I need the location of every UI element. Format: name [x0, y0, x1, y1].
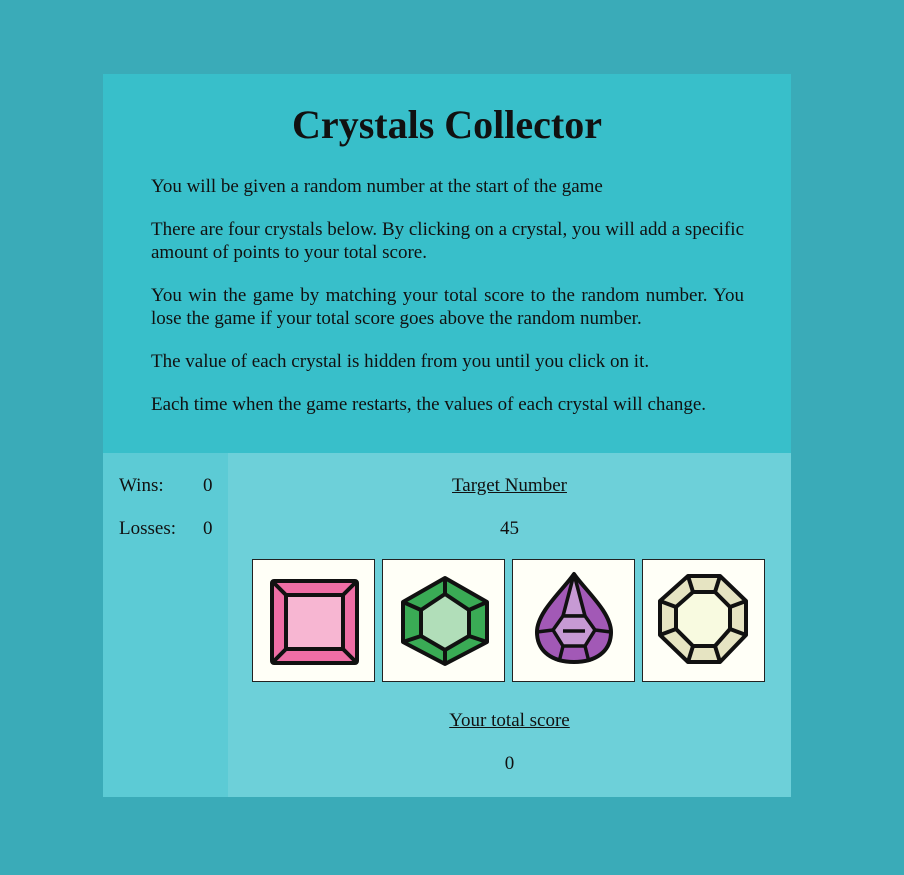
instruction-1: You will be given a random number at the…: [151, 176, 603, 197]
green-hexagon-crystal[interactable]: [382, 559, 505, 682]
stats-panel: Wins: 0 Losses: 0: [103, 453, 228, 797]
instruction-5: Each time when the game restarts, the va…: [151, 394, 706, 415]
target-number-label: Target Number: [452, 475, 567, 496]
game-panel: Target Number 45 Your total score 0: [228, 453, 791, 797]
purple-teardrop-gem-icon: [535, 572, 613, 664]
game-container: Crystals Collector You will be given a r…: [103, 74, 791, 797]
total-score-value: 0: [504, 753, 515, 774]
instructions: You will be given a random number at the…: [151, 175, 744, 436]
wins-value: 0: [203, 475, 213, 496]
cream-octagon-gem-icon: [658, 574, 748, 664]
header-section: Crystals Collector You will be given a r…: [103, 74, 791, 453]
wins-label: Wins:: [119, 475, 164, 496]
green-hexagon-gem-icon: [401, 576, 489, 666]
pink-square-gem-icon: [270, 579, 359, 665]
losses-label: Losses:: [119, 518, 176, 539]
total-score-label: Your total score: [449, 710, 570, 731]
instruction-4: The value of each crystal is hidden from…: [151, 351, 650, 372]
pink-square-crystal[interactable]: [252, 559, 375, 682]
cream-octagon-crystal[interactable]: [642, 559, 765, 682]
purple-teardrop-crystal[interactable]: [512, 559, 635, 682]
target-number-value: 45: [500, 518, 519, 539]
page-title: Crystals Collector: [292, 102, 602, 147]
instruction-3: You win the game by matching your total …: [151, 285, 744, 329]
instruction-2: There are four crystals below. By clicki…: [151, 219, 744, 263]
losses-value: 0: [203, 518, 213, 539]
